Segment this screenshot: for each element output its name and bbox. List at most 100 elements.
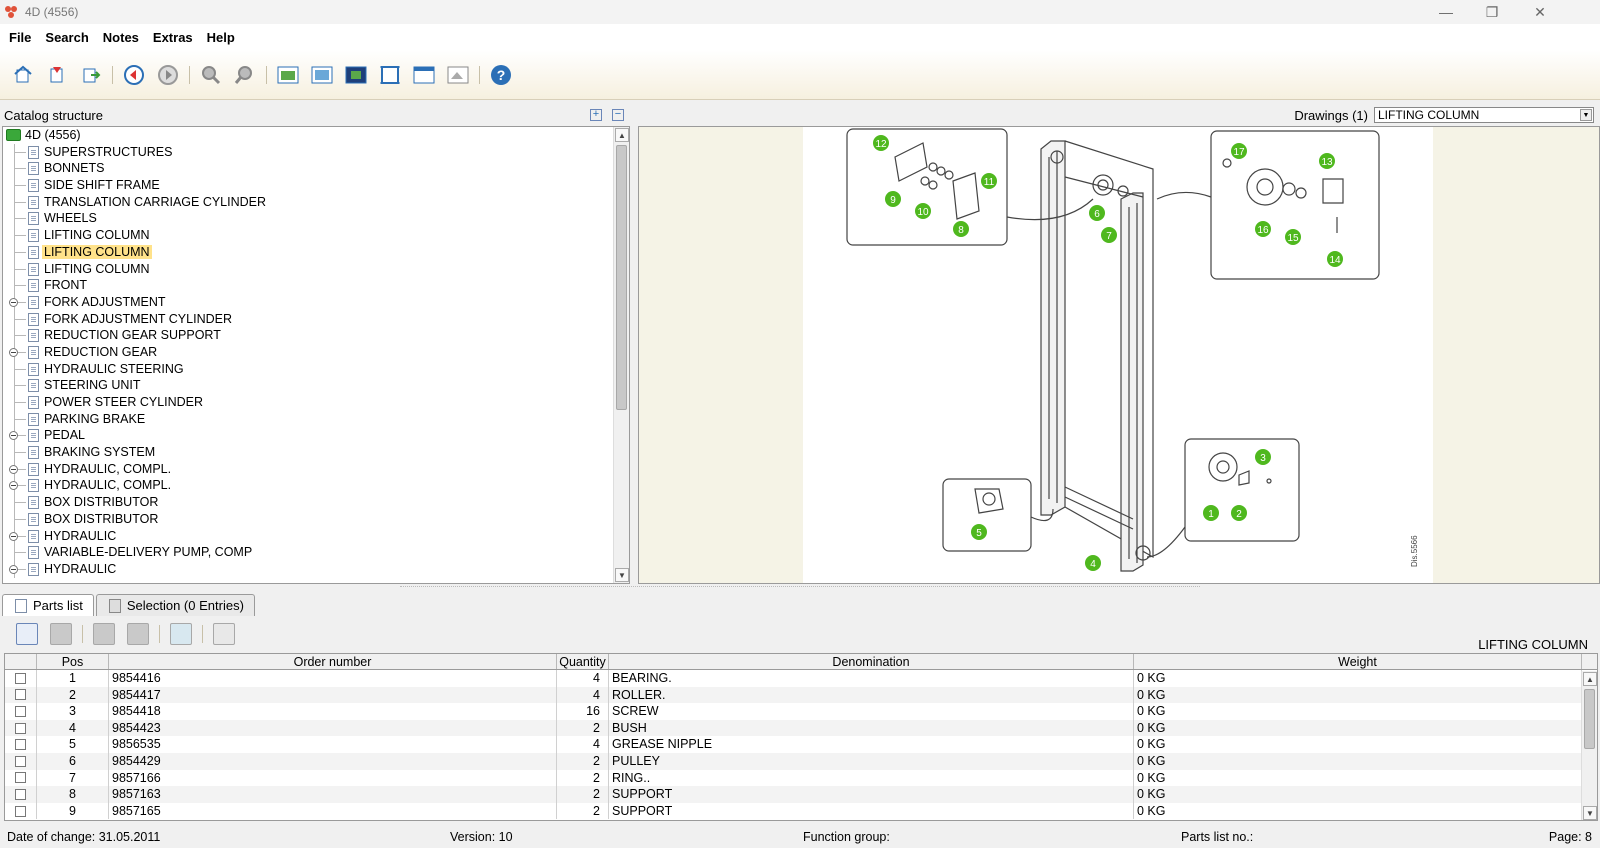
callout-1[interactable]: 1 <box>1203 505 1219 521</box>
forward-icon[interactable] <box>155 62 181 88</box>
table-row[interactable]: 2 9854417 4 ROLLER. 0 KG <box>5 686 1597 704</box>
menu-help[interactable]: Help <box>200 30 242 45</box>
tree-item[interactable]: SUPERSTRUCTURES <box>3 143 629 161</box>
header-checkbox-column[interactable] <box>5 654 37 669</box>
tree-item[interactable]: TRANSLATION CARRIAGE CYLINDER <box>3 193 629 211</box>
table-row[interactable]: 6 9854429 2 PULLEY 0 KG <box>5 752 1597 770</box>
header-pos[interactable]: Pos <box>37 654 109 669</box>
scroll-thumb[interactable] <box>1584 689 1595 749</box>
tree-item[interactable]: FORK ADJUSTMENT CYLINDER <box>3 310 629 328</box>
header-order-number[interactable]: Order number <box>109 654 557 669</box>
callout-8[interactable]: 8 <box>953 221 969 237</box>
picture-export-icon[interactable] <box>445 62 471 88</box>
callout-17[interactable]: 17 <box>1231 143 1247 159</box>
expand-toggle-icon[interactable] <box>9 531 18 541</box>
expand-toggle-icon[interactable] <box>9 347 18 357</box>
minimize-button[interactable]: — <box>1423 0 1469 24</box>
cart-add-icon[interactable] <box>170 623 192 645</box>
home-icon[interactable] <box>10 62 36 88</box>
callout-6[interactable]: 6 <box>1089 205 1105 221</box>
row-checkbox[interactable] <box>5 736 37 753</box>
drawing-select[interactable]: LIFTING COLUMN ▼ <box>1374 107 1594 123</box>
checkbox[interactable] <box>15 805 26 817</box>
checkbox[interactable] <box>15 772 26 784</box>
tree-item[interactable]: REDUCTION GEAR SUPPORT <box>3 327 629 344</box>
deselect-icon[interactable] <box>50 623 72 645</box>
tree-item[interactable]: BONNETS <box>3 160 629 178</box>
row-checkbox[interactable] <box>5 719 37 737</box>
tree-item[interactable]: BOX DISTRIBUTOR <box>3 510 629 528</box>
tree-item[interactable]: WHEELS <box>3 210 629 228</box>
zoom-out-icon[interactable] <box>232 62 258 88</box>
bookmark-icon[interactable] <box>44 62 70 88</box>
menu-search[interactable]: Search <box>38 30 95 45</box>
tree-item[interactable]: FRONT <box>3 277 629 294</box>
checkbox[interactable] <box>15 755 26 767</box>
callout-2[interactable]: 2 <box>1231 505 1247 521</box>
expand-toggle-icon[interactable] <box>9 431 18 441</box>
tree-root[interactable]: 4D (4556) <box>3 127 629 144</box>
table-row[interactable]: 7 9857166 2 RING.. 0 KG <box>5 769 1597 787</box>
table-row[interactable]: 9 9857165 2 SUPPORT 0 KG <box>5 802 1597 820</box>
callout-13[interactable]: 13 <box>1319 153 1335 169</box>
image-fullscreen-icon[interactable] <box>343 62 369 88</box>
header-denomination[interactable]: Denomination <box>609 654 1134 669</box>
tree-item[interactable]: BRAKING SYSTEM <box>3 444 629 461</box>
back-icon[interactable] <box>121 62 147 88</box>
scroll-thumb[interactable] <box>616 145 627 410</box>
callout-5[interactable]: 5 <box>971 524 987 540</box>
table-row[interactable]: 1 9854416 4 BEARING. 0 KG <box>5 670 1597 687</box>
tree-item[interactable]: HYDRAULIC, COMPL. <box>3 477 629 495</box>
select-all-icon[interactable] <box>16 623 38 645</box>
expand-toggle-icon[interactable] <box>9 564 18 574</box>
row-checkbox[interactable] <box>5 786 37 803</box>
tree-item[interactable]: HYDRAULIC <box>3 527 629 545</box>
tab-parts-list[interactable]: Parts list <box>2 594 94 616</box>
callout-15[interactable]: 15 <box>1285 229 1301 245</box>
checkbox[interactable] <box>15 689 26 701</box>
row-checkbox[interactable] <box>5 686 37 704</box>
close-button[interactable]: ✕ <box>1517 0 1563 24</box>
export-icon[interactable] <box>78 62 104 88</box>
image-view-2-icon[interactable] <box>309 62 335 88</box>
checkbox[interactable] <box>15 722 26 734</box>
row-checkbox[interactable] <box>5 670 37 687</box>
horizontal-splitter[interactable] <box>400 586 1200 590</box>
add-to-selection-icon[interactable] <box>93 623 115 645</box>
remove-from-selection-icon[interactable] <box>127 623 149 645</box>
checkbox[interactable] <box>15 739 26 751</box>
header-quantity[interactable]: Quantity <box>557 654 609 669</box>
callout-3[interactable]: 3 <box>1255 449 1271 465</box>
tree-scrollbar[interactable]: ▲ ▼ <box>613 127 629 583</box>
tree-item[interactable]: HYDRAULIC, COMPL. <box>3 460 629 478</box>
tree-item[interactable]: LIFTING COLUMN <box>3 260 629 278</box>
expand-toggle-icon[interactable] <box>9 464 18 474</box>
image-view-icon[interactable] <box>275 62 301 88</box>
callout-10[interactable]: 10 <box>915 203 931 219</box>
checkbox[interactable] <box>15 705 26 717</box>
menu-file[interactable]: File <box>0 30 38 45</box>
tree-item[interactable]: REDUCTION GEAR <box>3 343 629 361</box>
tree-item[interactable]: SIDE SHIFT FRAME <box>3 177 629 194</box>
tree-item[interactable]: PEDAL <box>3 427 629 445</box>
expand-toggle-icon[interactable] <box>9 481 18 491</box>
scroll-down-icon[interactable]: ▼ <box>615 568 629 582</box>
zoom-in-icon[interactable] <box>198 62 224 88</box>
menu-extras[interactable]: Extras <box>146 30 200 45</box>
table-row[interactable]: 4 9854423 2 BUSH 0 KG <box>5 719 1597 737</box>
tree-item[interactable]: BOX DISTRIBUTOR <box>3 494 629 511</box>
tree-item[interactable]: LIFTING COLUMN <box>3 227 629 244</box>
fit-frame-icon[interactable] <box>377 62 403 88</box>
callout-11[interactable]: 11 <box>981 173 997 189</box>
tree-item[interactable]: VARIABLE-DELIVERY PUMP, COMP <box>3 544 629 561</box>
table-row[interactable]: 8 9857163 2 SUPPORT 0 KG <box>5 786 1597 803</box>
help-icon[interactable]: ? <box>488 62 514 88</box>
callout-9[interactable]: 9 <box>885 191 901 207</box>
tree-item[interactable]: FORK ADJUSTMENT <box>3 293 629 311</box>
expand-all-button[interactable]: + <box>590 109 602 121</box>
tree-item[interactable]: POWER STEER CYLINDER <box>3 394 629 411</box>
tree-item[interactable]: STEERING UNIT <box>3 377 629 394</box>
checkbox[interactable] <box>15 672 26 684</box>
window-icon[interactable] <box>411 62 437 88</box>
menu-notes[interactable]: Notes <box>96 30 146 45</box>
